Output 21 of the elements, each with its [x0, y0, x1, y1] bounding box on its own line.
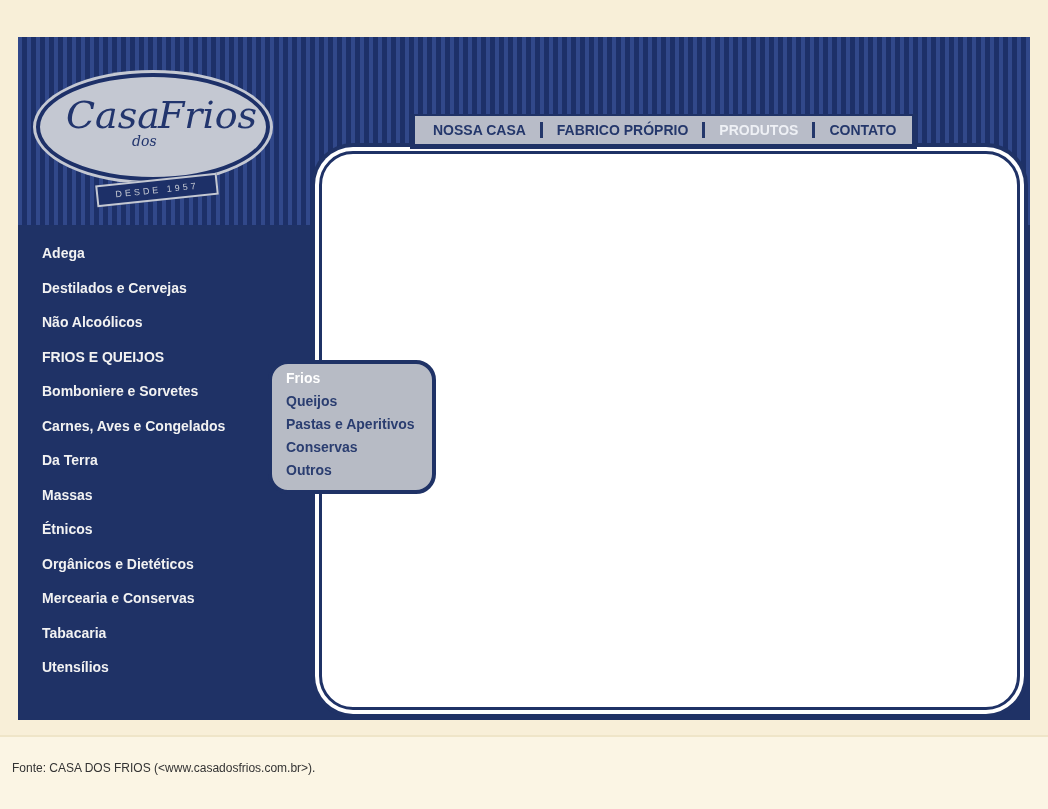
sidebar-link[interactable]: FRIOS E QUEIJOS [42, 346, 165, 367]
submenu-link[interactable]: Conservas [286, 437, 358, 457]
sidebar-link[interactable]: Tabacaria [42, 622, 107, 643]
nav-link[interactable]: CONTATO [829, 122, 897, 138]
submenu-link[interactable]: Queijos [286, 391, 338, 411]
sidebar-link[interactable]: Adega [42, 243, 85, 263]
nav-link[interactable]: FABRICO PRÓPRIO [556, 122, 689, 138]
nav-link[interactable]: NOSSA CASA [433, 122, 526, 138]
sidebar-link[interactable]: Da Terra [42, 450, 98, 470]
sidebar-link[interactable]: Utensílios [42, 657, 109, 677]
submenu-link[interactable]: Outros [286, 460, 332, 480]
sidebar-link[interactable]: Não Alcoólicos [42, 312, 143, 332]
submenu-link[interactable]: Pastas e Aperitivos [286, 414, 415, 434]
sidebar-link[interactable]: Bomboniere e Sorvetes [42, 381, 199, 401]
caption: Fonte: CASA DOS FRIOS (<www.casadosfrios.com.br>). [12, 761, 316, 775]
sidebar-link[interactable]: Carnes, Aves e Congelados [42, 415, 226, 436]
sidebar-link[interactable]: Massas [42, 484, 93, 505]
sidebar-link[interactable]: Mercearia e Conservas [42, 588, 195, 608]
sidebar-link[interactable]: Orgânicos e Dietéticos [42, 553, 194, 574]
sidebar-link[interactable]: Étnicos [42, 519, 93, 539]
sidebar-link[interactable]: Destilados e Cervejas [42, 277, 187, 298]
